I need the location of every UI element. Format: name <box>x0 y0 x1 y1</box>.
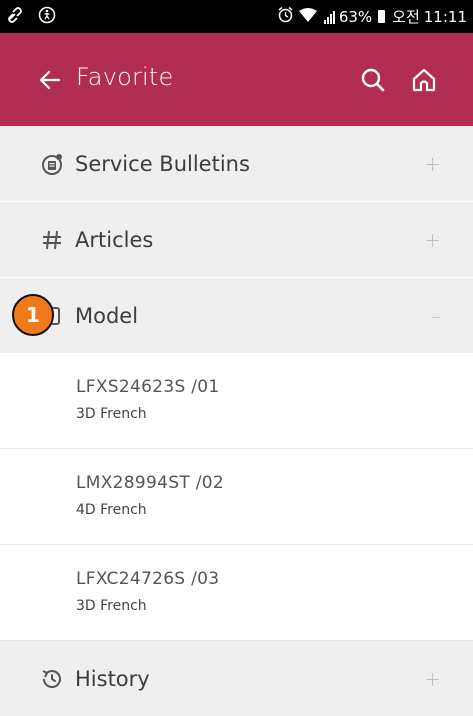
menu-row-articles[interactable]: Articles + <box>0 202 473 277</box>
menu-row-service-bulletins[interactable]: Service Bulletins + <box>0 126 473 201</box>
status-right: 63% 오전 11:11 <box>277 6 467 27</box>
model-item[interactable]: LFXC24726S /03 3D French <box>0 545 473 641</box>
bulletin-icon <box>40 152 64 176</box>
link-icon <box>6 6 24 28</box>
page-title: Favorite <box>76 63 174 91</box>
model-item-title: LFXC24726S /03 <box>76 569 220 589</box>
model-item[interactable]: LFXS24623S /01 3D French <box>0 353 473 449</box>
menu-row-model[interactable]: Model – <box>0 278 473 353</box>
alarm-icon <box>277 6 294 27</box>
expand-toggle[interactable]: + <box>424 228 441 252</box>
accessibility-icon <box>38 6 56 28</box>
clock: 11:11 <box>423 7 467 26</box>
model-item[interactable]: LMX28994ST /02 4D French <box>0 449 473 545</box>
hash-icon <box>40 228 64 252</box>
model-item-desc: 3D French <box>76 406 147 422</box>
back-arrow-icon[interactable] <box>38 69 62 91</box>
model-item-desc: 3D French <box>76 598 147 614</box>
status-left <box>6 6 56 28</box>
collapse-toggle[interactable]: – <box>431 304 441 328</box>
home-icon[interactable] <box>410 66 438 94</box>
app-header: Favorite <box>0 33 473 126</box>
menu-label: History <box>75 666 150 691</box>
menu-label: Model <box>75 303 139 328</box>
search-icon[interactable] <box>359 66 387 94</box>
battery-icon <box>378 10 386 23</box>
expand-toggle[interactable]: + <box>424 152 441 176</box>
time-prefix: 오전 <box>392 8 420 26</box>
menu-row-history[interactable]: History + <box>0 641 473 716</box>
model-item-desc: 4D French <box>76 502 147 518</box>
menu-label: Service Bulletins <box>75 151 250 176</box>
signal-icon <box>323 10 335 24</box>
model-item-title: LMX28994ST /02 <box>76 473 225 493</box>
wifi-icon <box>298 7 318 27</box>
expand-toggle[interactable]: + <box>424 667 441 691</box>
callout-badge: 1 <box>12 294 54 336</box>
history-icon <box>40 667 64 691</box>
battery-percent: 63% <box>338 7 373 26</box>
status-bar: 63% 오전 11:11 <box>0 0 473 33</box>
menu-label: Articles <box>75 227 154 252</box>
model-item-title: LFXS24623S /01 <box>76 377 220 397</box>
